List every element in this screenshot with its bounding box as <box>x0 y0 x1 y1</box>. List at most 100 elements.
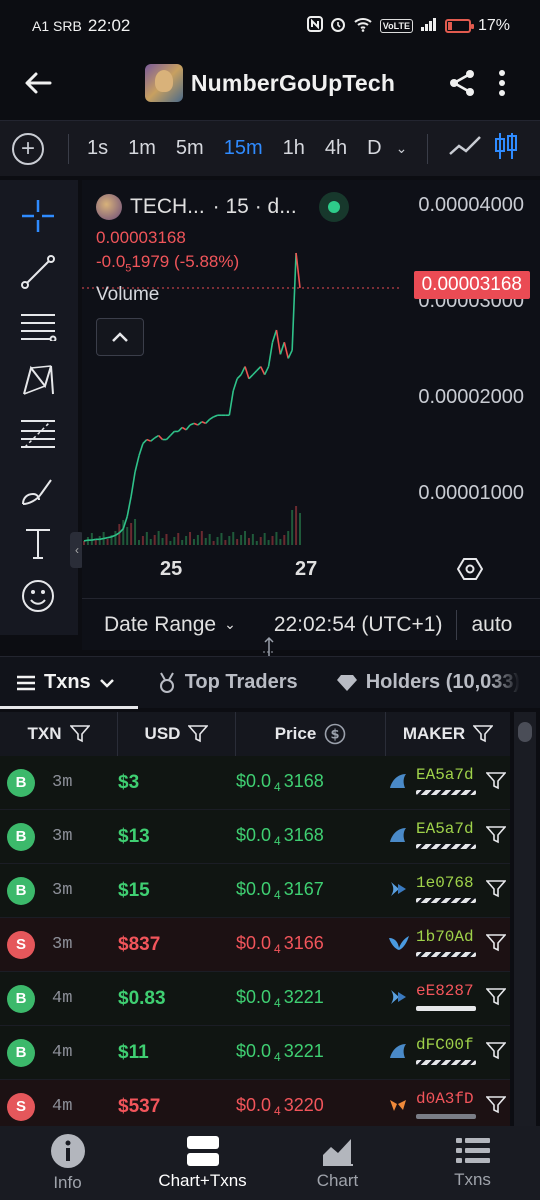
filter-maker-button[interactable] <box>485 772 507 795</box>
col-maker[interactable]: MAKER <box>386 712 510 756</box>
price-segment <box>146 438 152 442</box>
volume-bar <box>189 532 192 545</box>
drawing-tools-sidebar <box>0 180 78 635</box>
table-row[interactable]: B 3m $3 $0.0 4 3168 EA5a7d <box>0 756 510 810</box>
scrollbar-thumb[interactable] <box>518 722 532 742</box>
divider <box>456 609 458 640</box>
timeframe-1m[interactable]: 1m <box>118 137 166 160</box>
auto-scale-button[interactable]: auto <box>471 613 512 637</box>
table-row[interactable]: B 3m $15 $0.0 4 3167 1e0768 <box>0 864 510 918</box>
brush-icon <box>22 479 52 505</box>
filter-maker-button[interactable] <box>485 1042 507 1065</box>
filter-maker-button[interactable] <box>485 880 507 903</box>
volume-bar <box>161 538 164 545</box>
tab-top-traders[interactable]: Top Traders <box>157 671 298 694</box>
price-segment <box>295 252 301 288</box>
price-chart[interactable]: TECH... · 15 · d... 0.00003168 -0.051979… <box>82 180 540 635</box>
nav-info[interactable]: Info <box>0 1126 135 1200</box>
txn-price: $0.0 4 3168 <box>236 771 324 795</box>
price-segment <box>107 536 112 539</box>
trend-line-icon <box>21 255 55 289</box>
txn-usd: $15 <box>118 879 150 901</box>
timeframe-4h[interactable]: 4h <box>315 137 357 160</box>
volume-bar <box>90 533 93 545</box>
table-scrollbar[interactable] <box>514 712 536 1132</box>
volume-bar <box>208 534 211 545</box>
timeframe-1s[interactable]: 1s <box>77 137 118 160</box>
filter-maker-button[interactable] <box>485 826 507 849</box>
timeframe-1h[interactable]: 1h <box>273 137 315 160</box>
price-segment <box>99 537 104 541</box>
emoji-tool[interactable] <box>16 574 60 618</box>
timestamp-label: 22:02:54 (UTC+1) <box>273 612 443 636</box>
chart-settings-button[interactable] <box>456 556 484 587</box>
timeframe-d[interactable]: D <box>357 137 391 160</box>
timeframe-5m[interactable]: 5m <box>166 137 214 160</box>
horizontal-lines-tool[interactable] <box>16 304 60 348</box>
pattern-tool[interactable] <box>16 358 60 402</box>
price-segment <box>154 434 160 439</box>
volume-bar <box>247 538 250 545</box>
txn-price: $0.0 4 3220 <box>236 1095 324 1119</box>
share-button[interactable] <box>442 63 482 103</box>
maker-address[interactable]: dFC00f <box>416 1036 474 1054</box>
line-chart-type-button[interactable] <box>436 134 494 163</box>
token-title: NumberGoUpTech <box>118 64 422 102</box>
nav-chart[interactable]: Chart <box>270 1126 405 1200</box>
tab-txns[interactable]: Txns <box>16 671 115 694</box>
table-row[interactable]: B 4m $11 $0.0 4 3221 dFC00f <box>0 1026 510 1080</box>
wifi-icon <box>353 16 373 37</box>
candlestick-chart-type-button[interactable] <box>494 131 518 166</box>
timeframe-dropdown-chevron-icon[interactable]: ⌄ <box>392 140 420 157</box>
crosshair-tool[interactable] <box>16 194 60 238</box>
date-range-dropdown[interactable]: Date Range ⌄ <box>82 613 236 637</box>
fib-retracement-tool[interactable] <box>16 412 60 456</box>
price-prefix: $0.0 <box>236 878 272 899</box>
add-indicator-button[interactable]: + <box>12 132 44 165</box>
brush-tool[interactable] <box>16 468 60 512</box>
price-segment <box>287 349 293 359</box>
trend-line-tool[interactable] <box>16 250 60 294</box>
price-segment <box>248 374 254 380</box>
nav-txns[interactable]: Txns <box>405 1126 540 1200</box>
maker-address[interactable]: EA5a7d <box>416 820 474 838</box>
tab-holders[interactable]: Holders (10,033) <box>336 671 524 694</box>
filter-maker-button[interactable] <box>485 1096 507 1119</box>
col-txn[interactable]: TXN <box>0 712 118 756</box>
alarm-icon <box>330 16 346 37</box>
col-price[interactable]: Price $ <box>236 712 386 756</box>
maker-address[interactable]: d0A3fD <box>416 1090 474 1108</box>
price-prefix: $0.0 <box>236 1094 272 1115</box>
nav-chart-label: Chart <box>316 1171 359 1190</box>
back-button[interactable] <box>18 63 58 103</box>
volume-bar <box>200 531 203 545</box>
maker-address[interactable]: EA5a7d <box>416 766 474 784</box>
price-segment <box>189 422 195 426</box>
nav-chart-txns[interactable]: Chart+Txns <box>135 1126 270 1200</box>
text-tool[interactable] <box>16 522 60 566</box>
filter-maker-button[interactable] <box>485 988 507 1011</box>
txn-price: $0.0 4 3166 <box>236 933 324 957</box>
table-row[interactable]: S 3m $837 $0.0 4 3166 1b70Ad <box>0 918 510 972</box>
collapse-legend-button[interactable] <box>96 318 144 356</box>
table-row[interactable]: B 4m $0.83 $0.0 4 3221 eE8287 <box>0 972 510 1026</box>
price-segment <box>169 430 175 437</box>
txn-type-badge: B <box>7 1038 35 1067</box>
timeframe-15m[interactable]: 15m <box>214 137 273 160</box>
info-icon <box>50 1134 85 1168</box>
maker-address[interactable]: 1b70Ad <box>416 928 474 946</box>
maker-address[interactable]: eE8287 <box>416 982 474 1000</box>
price-subscript: 4 <box>274 1104 281 1119</box>
more-options-button[interactable] <box>482 63 522 103</box>
smiley-icon <box>22 580 54 612</box>
price-segment <box>158 434 164 441</box>
txn-type-badge: B <box>7 768 35 797</box>
filter-maker-button[interactable] <box>485 934 507 957</box>
maker-address[interactable]: 1e0768 <box>416 874 474 892</box>
price-segment <box>271 329 278 343</box>
table-row[interactable]: B 3m $13 $0.0 4 3168 EA5a7d <box>0 810 510 864</box>
chart-footer: Date Range ⌄ 22:02:54 (UTC+1) auto <box>82 598 540 650</box>
price-segment <box>165 434 171 441</box>
svg-text:$: $ <box>331 728 340 743</box>
col-usd[interactable]: USD <box>118 712 236 756</box>
